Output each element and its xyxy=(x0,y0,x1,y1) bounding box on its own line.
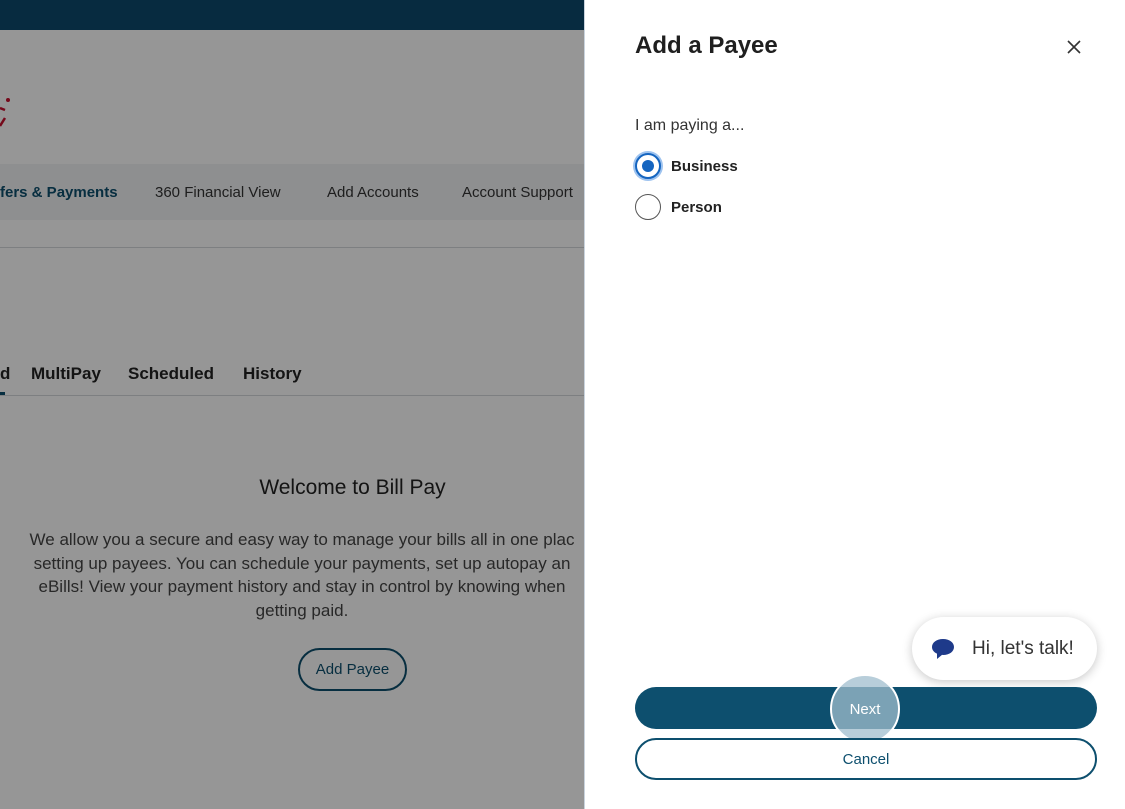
radio-option-business[interactable]: Business xyxy=(635,153,738,179)
modal-overlay[interactable] xyxy=(0,0,584,809)
person-label: Person xyxy=(671,198,722,216)
payee-type-question: I am paying a... xyxy=(635,117,745,134)
close-icon xyxy=(1067,40,1081,54)
chat-widget[interactable]: Hi, let's talk! xyxy=(912,617,1097,680)
chat-label: Hi, let's talk! xyxy=(972,638,1074,659)
cancel-button[interactable]: Cancel xyxy=(635,738,1097,780)
person-radio[interactable] xyxy=(635,194,661,220)
next-button[interactable]: Next xyxy=(635,674,1097,744)
close-button[interactable] xyxy=(1063,36,1085,58)
next-button-label: Next xyxy=(830,674,900,744)
drawer-title: Add a Payee xyxy=(635,32,778,59)
business-radio[interactable] xyxy=(635,153,661,179)
add-payee-drawer: Add a Payee I am paying a... Business Pe… xyxy=(584,0,1125,809)
radio-option-person[interactable]: Person xyxy=(635,194,722,220)
chat-bubble-icon xyxy=(932,639,954,659)
business-label: Business xyxy=(671,157,738,175)
